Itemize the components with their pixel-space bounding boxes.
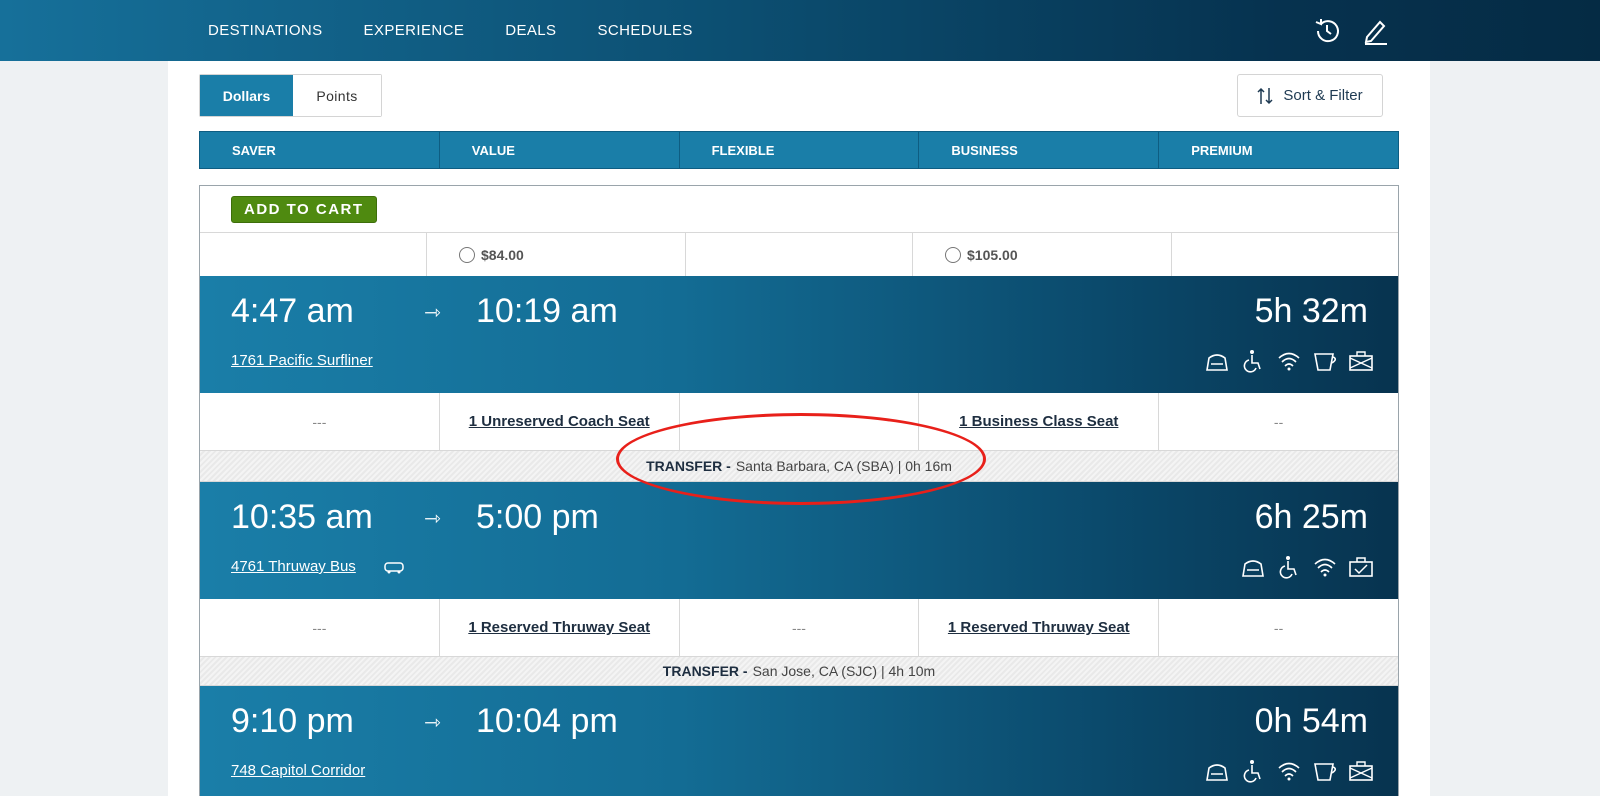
seat-premium: --: [1158, 599, 1398, 656]
baggage-icon[interactable]: [1348, 554, 1374, 580]
seat-flexible: ---: [678, 599, 919, 656]
results-page: Dollars Points Sort & Filter SAVER VALUE…: [168, 61, 1430, 796]
nav-destinations[interactable]: DESTINATIONS: [208, 22, 323, 39]
seat-premium: --: [1158, 393, 1398, 450]
dollars-button[interactable]: Dollars: [200, 75, 293, 116]
transfer-info: TRANSFER - San Jose, CA (SJC) | 4h 10m: [200, 656, 1398, 686]
depart-time: 9:10 pm: [231, 702, 354, 740]
seat-row: --- 1 Unreserved Coach Seat 1 Business C…: [200, 393, 1398, 450]
train-name-link[interactable]: 1761 Pacific Surfliner: [231, 352, 373, 369]
amenities: [1240, 554, 1374, 580]
train-segment: 9:10 pm ⇾ 10:04 pm 0h 54m 748 Capitol Co…: [200, 686, 1398, 796]
price-saver: [200, 233, 426, 276]
train-segment: 10:35 am ⇾ 5:00 pm 6h 25m 4761 Thruway B…: [200, 482, 1398, 599]
seat-business[interactable]: 1 Reserved Thruway Seat: [918, 599, 1158, 656]
sort-filter-label: Sort & Filter: [1283, 87, 1363, 104]
seat-saver: ---: [312, 413, 327, 430]
transfer-detail: Santa Barbara, CA (SBA) | 0h 16m: [735, 458, 952, 474]
price-value[interactable]: $84.00: [426, 233, 685, 276]
business-radio[interactable]: [945, 246, 961, 263]
currency-toggle: Dollars Points: [199, 74, 382, 117]
seat-business[interactable]: 1 Business Class Seat: [918, 393, 1158, 450]
business-price-label: $105.00: [967, 246, 1018, 263]
seat-flexible: [678, 393, 919, 450]
history-icon[interactable]: [1313, 17, 1341, 45]
wheelchair-icon[interactable]: [1276, 554, 1302, 580]
transfer-detail: San Jose, CA (SJC) | 4h 10m: [752, 663, 936, 679]
amenities: [1204, 758, 1374, 784]
train-segment: 4:47 am ⇾ 10:19 am 5h 32m 1761 Pacific S…: [200, 276, 1398, 393]
cafe-cup-icon[interactable]: [1312, 758, 1338, 784]
train-name-link[interactable]: 4761 Thruway Bus: [231, 558, 356, 575]
seat-value[interactable]: 1 Unreserved Coach Seat: [438, 393, 679, 450]
seat-value[interactable]: 1 Reserved Thruway Seat: [438, 599, 679, 656]
nav-experience[interactable]: EXPERIENCE: [364, 22, 465, 39]
depart-time: 4:47 am: [231, 292, 354, 330]
train-name-link[interactable]: 748 Capitol Corridor: [231, 762, 365, 779]
price-premium: [1171, 233, 1398, 276]
arrow-icon: ⇾: [424, 712, 441, 734]
top-navigation: DESTINATIONS EXPERIENCE DEALS SCHEDULES: [0, 0, 1600, 61]
fare-value[interactable]: VALUE: [438, 132, 679, 168]
price-business[interactable]: $105.00: [912, 233, 1171, 276]
depart-time: 10:35 am: [231, 498, 373, 536]
nav-deals[interactable]: DEALS: [505, 22, 556, 39]
fare-flexible[interactable]: FLEXIBLE: [678, 132, 919, 168]
cafe-car-icon[interactable]: [1204, 348, 1230, 374]
duration: 0h 54m: [1254, 702, 1368, 740]
cart-row: ADD TO CART: [200, 186, 1398, 233]
add-to-cart-button[interactable]: ADD TO CART: [231, 196, 377, 223]
duration: 6h 25m: [1254, 498, 1368, 536]
price-flexible: [685, 233, 912, 276]
sort-filter-button[interactable]: Sort & Filter: [1237, 74, 1383, 117]
transfer-label: TRANSFER -: [646, 458, 731, 474]
duration: 5h 32m: [1254, 292, 1368, 330]
amenities: [1204, 348, 1374, 374]
baggage-icon[interactable]: [1348, 348, 1374, 374]
fare-saver[interactable]: SAVER: [200, 132, 439, 168]
wifi-icon[interactable]: [1276, 348, 1302, 374]
nav-links: DESTINATIONS EXPERIENCE DEALS SCHEDULES: [208, 0, 693, 61]
transfer-label: TRANSFER -: [662, 663, 748, 679]
itinerary-results: ADD TO CART $84.00 $105.00 4:47 am ⇾ 10:…: [199, 185, 1399, 796]
baggage-icon[interactable]: [1348, 758, 1374, 784]
wifi-icon[interactable]: [1276, 758, 1302, 784]
arrive-time: 5:00 pm: [476, 498, 599, 536]
seat-row: --- 1 Reserved Thruway Seat --- 1 Reserv…: [200, 599, 1398, 656]
bus-icon: [384, 562, 404, 574]
fare-premium[interactable]: PREMIUM: [1158, 132, 1398, 168]
arrive-time: 10:04 pm: [476, 702, 618, 740]
fare-business[interactable]: BUSINESS: [918, 132, 1158, 168]
price-row: $84.00 $105.00: [200, 233, 1398, 276]
sort-icon: [1257, 87, 1273, 104]
cafe-car-icon[interactable]: [1204, 758, 1230, 784]
nav-schedules[interactable]: SCHEDULES: [597, 22, 692, 39]
edit-icon[interactable]: [1362, 17, 1390, 45]
wifi-icon[interactable]: [1312, 554, 1338, 580]
value-price-label: $84.00: [481, 246, 524, 263]
cafe-car-icon[interactable]: [1240, 554, 1266, 580]
wheelchair-icon[interactable]: [1240, 348, 1266, 374]
cafe-cup-icon[interactable]: [1312, 348, 1338, 374]
seat-saver: ---: [312, 619, 327, 636]
value-radio[interactable]: [459, 246, 475, 263]
transfer-info: TRANSFER - Santa Barbara, CA (SBA) | 0h …: [200, 450, 1398, 482]
arrive-time: 10:19 am: [476, 292, 618, 330]
wheelchair-icon[interactable]: [1240, 758, 1266, 784]
arrow-icon: ⇾: [424, 508, 441, 530]
fare-class-header: SAVER VALUE FLEXIBLE BUSINESS PREMIUM: [199, 131, 1399, 169]
points-button[interactable]: Points: [293, 75, 381, 116]
arrow-icon: ⇾: [424, 302, 441, 324]
